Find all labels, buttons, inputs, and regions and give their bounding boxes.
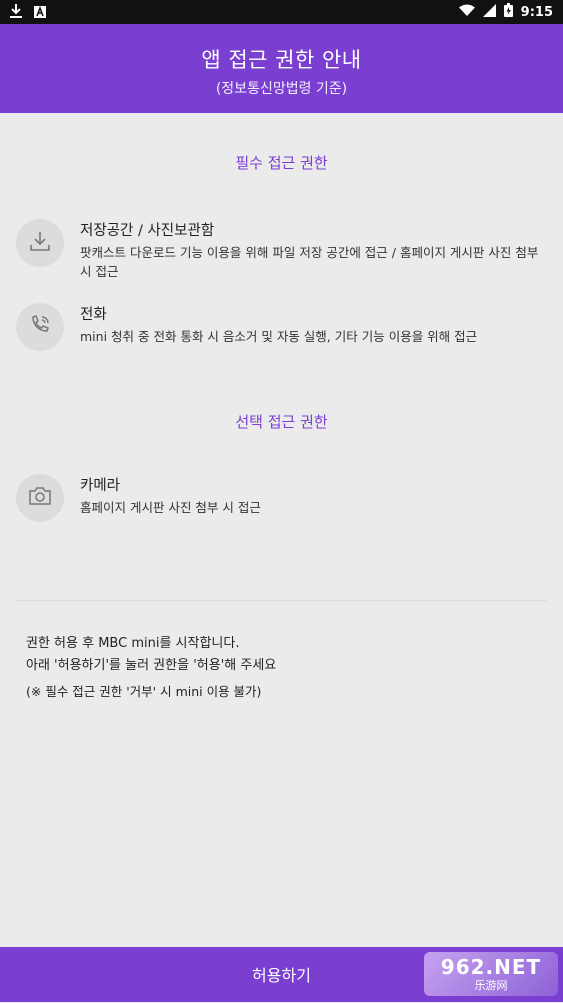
notice-text: 권한 허용 후 MBC mini를 시작합니다. 아래 '허용하기'를 눌러 권… [26,633,276,703]
font-a-icon [34,3,46,22]
watermark-logo: 962.NET 乐游网 [424,952,558,996]
permission-item-storage: 저장공간 / 사진보관함 팟캐스트 다운로드 기능 이용을 위해 파일 저장 공… [16,219,546,281]
download-icon [10,3,22,22]
status-time: 9:15 [520,4,553,20]
camera-icon [28,486,52,510]
camera-icon-circle [16,474,64,522]
notice-note: (※ 필수 접근 권한 '거부' 시 mini 이용 불가) [26,684,262,699]
battery-icon [503,3,513,21]
download-icon [29,230,51,256]
divider [16,600,547,601]
permission-desc: 홈페이지 게시판 사진 첨부 시 접근 [80,500,261,515]
permission-desc: mini 청취 중 전화 통화 시 음소거 및 자동 실행, 기타 기능 이용을… [80,329,478,344]
phone-icon-circle [16,303,64,351]
permission-item-phone: 전화 mini 청취 중 전화 통화 시 음소거 및 자동 실행, 기타 기능 … [16,303,546,351]
wifi-icon [458,4,475,20]
permission-item-camera: 카메라 홈페이지 게시판 사진 첨부 시 접근 [16,474,546,522]
permission-desc: 팟캐스트 다운로드 기능 이용을 위해 파일 저장 공간에 접근 / 홈페이지 … [80,245,539,279]
storage-icon-circle [16,219,64,267]
status-bar: 9:15 [0,0,563,24]
permission-name: 전화 [80,307,107,323]
permission-name: 카메라 [80,478,121,494]
notice-line-1: 권한 허용 후 MBC mini를 시작합니다. [26,636,240,651]
optional-section-title: 선택 접근 권한 [235,413,328,431]
watermark-subtext: 乐游网 [474,979,508,992]
notice-line-2: 아래 '허용하기'를 눌러 권한을 '허용'해 주세요 [26,658,277,673]
page-subtitle: (정보통신망법령 기준) [215,81,348,97]
signal-icon [482,3,496,21]
permission-name: 저장공간 / 사진보관함 [80,223,215,239]
watermark-text: 962.NET [440,955,542,979]
header-bar: 앱 접근 권한 안내 (정보통신망법령 기준) [0,24,563,113]
required-section-title: 필수 접근 권한 [235,154,328,172]
page-title: 앱 접근 권한 안내 [201,48,362,72]
phone-call-icon [29,314,51,340]
